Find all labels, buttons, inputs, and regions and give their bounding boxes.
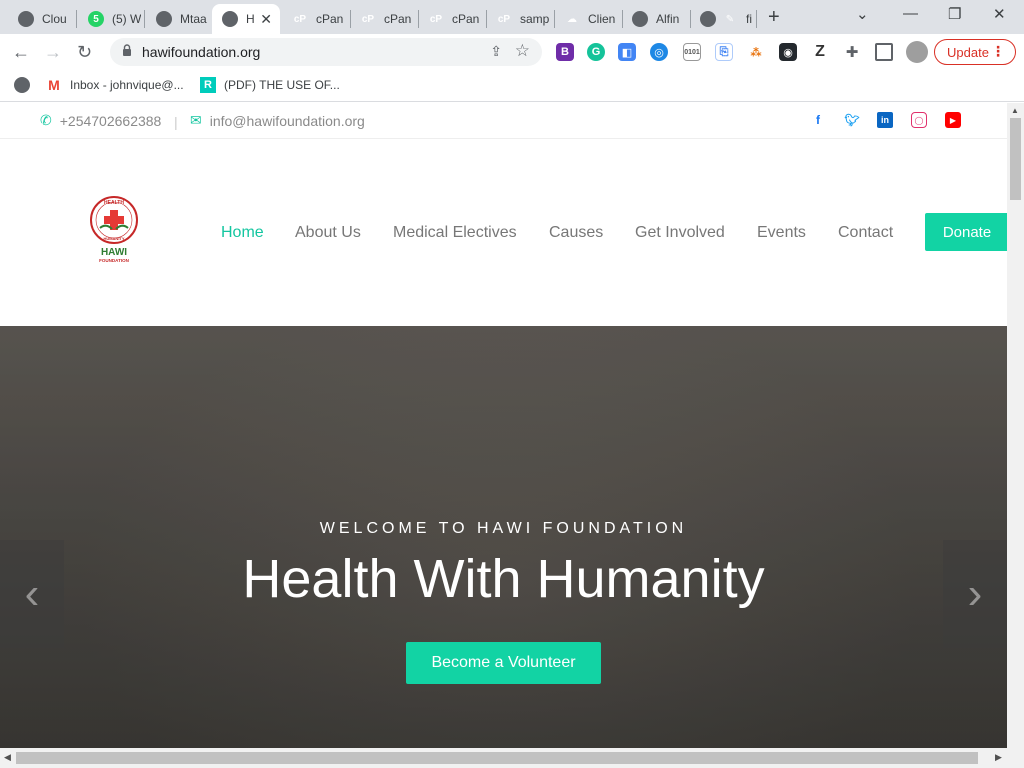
cpanel-icon: cP — [497, 13, 511, 25]
nav-get-involved[interactable]: Get Involved — [635, 224, 725, 242]
lock-icon — [123, 44, 131, 56]
grammarly-extension-icon[interactable]: G — [587, 43, 605, 61]
scroll-right-arrow-icon[interactable]: ▶ — [995, 752, 1002, 763]
apps-globe-icon[interactable] — [14, 77, 38, 93]
update-button[interactable]: Update ⋮ — [934, 39, 1016, 65]
cpanel-icon: cP — [429, 13, 443, 25]
globe-icon — [632, 11, 648, 27]
whatsapp-icon: 5 — [88, 11, 104, 27]
slider-prev-chevron-icon[interactable]: ‹ — [0, 540, 64, 648]
nav-events[interactable]: Events — [757, 224, 806, 242]
tab-mtaa[interactable]: Mtaa — [146, 4, 212, 34]
close-tab-icon[interactable]: ✕ — [260, 11, 272, 28]
svg-text:HEALTH: HEALTH — [104, 200, 124, 206]
minimize-button[interactable]: — — [903, 5, 918, 22]
phone-icon: ✆ — [40, 112, 52, 128]
horizontal-scrollbar[interactable]: ◀ ▶ — [0, 748, 1024, 768]
new-tab-button[interactable]: + — [768, 6, 780, 29]
nav-medical-electives[interactable]: Medical Electives — [393, 224, 517, 242]
address-bar[interactable]: hawifoundation.org ⇪ ☆ — [110, 38, 542, 66]
contact-topbar: ✆ +254702662388 | ✉ info@hawifoundation.… — [0, 103, 1007, 139]
url-text[interactable]: hawifoundation.org — [142, 44, 260, 60]
nav-about-us[interactable]: About Us — [295, 224, 361, 242]
globe-icon — [222, 11, 238, 27]
tab-strip: Clou 5 (5) W Mtaa H ✕ cP cPan cP cPan cP… — [0, 0, 1024, 34]
close-window-button[interactable]: ✕ — [993, 5, 1006, 23]
hero-welcome-text: WELCOME TO HAWI FOUNDATION — [319, 520, 688, 537]
scroll-up-arrow-icon[interactable]: ▲ — [1011, 106, 1019, 115]
compass-extension-icon[interactable]: ◎ — [650, 43, 668, 61]
network-extension-icon[interactable]: ⁂ — [747, 43, 765, 61]
hawi-foundation-logo[interactable]: HEALTH HUMANITY HAWI FOUNDATION — [86, 195, 142, 265]
restore-button[interactable]: ❐ — [948, 5, 961, 23]
reload-icon[interactable]: ↻ — [77, 42, 92, 63]
svg-text:HAWI: HAWI — [101, 247, 127, 258]
more-vertical-icon[interactable]: ⋮ — [991, 43, 1005, 60]
cpanel-icon: cP — [293, 13, 307, 25]
side-panel-icon[interactable] — [875, 43, 893, 61]
svg-text:HUMANITY: HUMANITY — [103, 236, 124, 241]
browser-toolbar: ← → ↻ hawifoundation.org ⇪ ☆ B G ◧ ◎ 010… — [0, 34, 1024, 70]
pill-icon: ✎ — [725, 13, 735, 25]
github-extension-icon[interactable]: ◉ — [779, 43, 797, 61]
nav-home[interactable]: Home — [221, 224, 264, 242]
facebook-icon[interactable]: f — [810, 112, 826, 128]
extensions-puzzle-icon[interactable]: ✚ — [843, 43, 861, 61]
page-viewport: ✆ +254702662388 | ✉ info@hawifoundation.… — [0, 103, 1007, 748]
tab-sample[interactable]: cP samp — [486, 4, 552, 34]
youtube-icon[interactable]: ▶ — [945, 112, 961, 128]
linkedin-icon[interactable]: in — [877, 112, 893, 128]
contact-divider: | — [174, 114, 178, 130]
bookmark-star-icon[interactable]: ☆ — [515, 41, 530, 61]
nav-contact[interactable]: Contact — [838, 224, 893, 242]
become-volunteer-button[interactable]: Become a Volunteer — [406, 642, 601, 684]
researchgate-icon: R — [200, 77, 216, 93]
puzzle-blue-extension-icon[interactable]: ◧ — [618, 43, 636, 61]
globe-icon — [156, 11, 172, 27]
globe-icon — [18, 11, 34, 27]
horizontal-scroll-thumb[interactable] — [16, 752, 978, 764]
site-navbar: HEALTH HUMANITY HAWI FOUNDATION Home Abo… — [0, 139, 1007, 326]
binary-extension-icon[interactable]: 0101 — [683, 43, 701, 61]
tab-cpanel-2[interactable]: cP cPan — [350, 4, 416, 34]
tab-whatsapp[interactable]: 5 (5) W — [78, 4, 142, 34]
slider-next-chevron-icon[interactable]: › — [943, 540, 1007, 648]
back-arrow-icon[interactable]: ← — [12, 42, 30, 63]
document-extension-icon[interactable]: ⎘ — [715, 43, 733, 61]
hero-slider: WELCOME TO HAWI FOUNDATION Health With H… — [0, 326, 1007, 748]
bookmarks-bar: M Inbox - johnvique@... R (PDF) THE USE … — [0, 70, 1024, 102]
globe-icon — [700, 11, 716, 27]
tab-cloud[interactable]: Clou — [8, 4, 72, 34]
bookmark-inbox[interactable]: M Inbox - johnvique@... — [46, 77, 183, 93]
tab-hawi-active[interactable]: H ✕ — [212, 4, 280, 34]
email-contact[interactable]: ✉ info@hawifoundation.org — [190, 112, 365, 129]
donate-button[interactable]: Donate — [925, 213, 1007, 251]
tab-cpanel-3[interactable]: cP cPan — [418, 4, 484, 34]
instagram-icon[interactable]: ◯ — [911, 112, 927, 128]
zotero-extension-icon[interactable]: Z — [811, 43, 829, 61]
scroll-left-arrow-icon[interactable]: ◀ — [4, 752, 11, 763]
phone-contact[interactable]: ✆ +254702662388 — [40, 112, 161, 129]
bookmark-pdf[interactable]: R (PDF) THE USE OF... — [200, 77, 340, 93]
forward-arrow-icon[interactable]: → — [44, 42, 62, 63]
nav-causes[interactable]: Causes — [549, 224, 603, 242]
tab-client[interactable]: ☁ Clien — [554, 4, 620, 34]
envelope-icon: ✉ — [190, 112, 202, 128]
hero-headline: Health With Humanity — [242, 549, 765, 609]
bootstrap-extension-icon[interactable]: B — [556, 43, 574, 61]
svg-text:FOUNDATION: FOUNDATION — [99, 258, 129, 263]
tab-cpanel-1[interactable]: cP cPan — [282, 4, 348, 34]
cloud-icon: ☁ — [567, 13, 577, 25]
tab-alfin[interactable]: Alfin — [622, 4, 688, 34]
share-icon[interactable]: ⇪ — [490, 43, 502, 60]
cpanel-icon: cP — [361, 13, 375, 25]
tab-search-chevron-icon[interactable]: ⌄ — [856, 5, 869, 23]
tab-fi[interactable]: ✎ fi — [690, 4, 754, 34]
vertical-scrollbar[interactable]: ▲ — [1007, 103, 1024, 748]
gmail-icon: M — [48, 77, 60, 93]
vertical-scroll-thumb[interactable] — [1010, 118, 1021, 200]
twitter-icon[interactable]: 🐦︎ — [844, 112, 860, 128]
profile-avatar[interactable] — [906, 41, 928, 63]
